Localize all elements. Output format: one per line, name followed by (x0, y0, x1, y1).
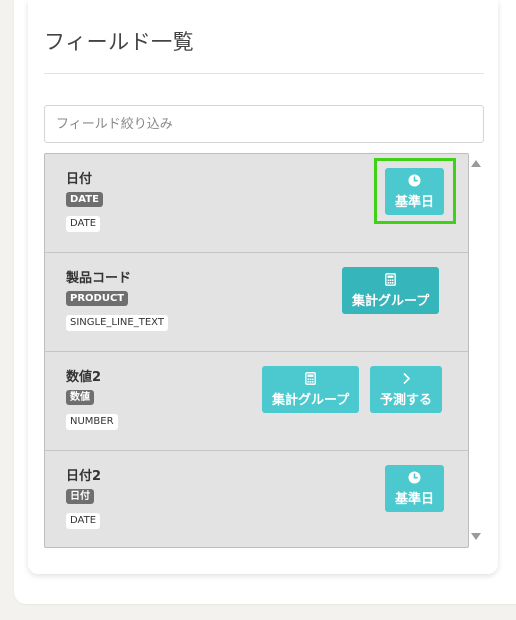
title-divider (44, 73, 484, 74)
aggregate-group-button[interactable]: 集計グループ (262, 366, 360, 413)
field-code-badge: DATE (66, 192, 103, 207)
field-name: 製品コード (66, 271, 132, 286)
field-type-label: SINGLE_LINE_TEXT (66, 315, 168, 331)
field-row: 製品コード PRODUCT SINGLE_LINE_TEXT 集計グループ (45, 253, 468, 352)
clock-icon (408, 471, 421, 485)
predict-button[interactable]: 予測する (370, 366, 443, 413)
button-label: 基準日 (395, 491, 435, 507)
field-name: 日付 (66, 172, 93, 187)
field-code-badge: 数値 (66, 390, 94, 405)
field-filter-input[interactable] (44, 105, 484, 143)
button-label: 集計グループ (352, 293, 430, 309)
clock-icon (408, 174, 421, 188)
calculator-icon (385, 273, 397, 287)
button-label: 集計グループ (272, 392, 350, 408)
field-type-label: NUMBER (66, 414, 118, 430)
calculator-icon (305, 372, 317, 386)
page-title: フィールド一覧 (44, 30, 195, 54)
field-type-label: DATE (66, 216, 101, 232)
field-row: 日付2 日付 DATE 基準日 (45, 451, 468, 547)
button-label: 予測する (380, 392, 433, 408)
base-date-button[interactable]: 基準日 (385, 465, 445, 512)
field-code-badge: PRODUCT (66, 291, 129, 306)
scroll-down-arrow[interactable] (471, 533, 481, 540)
scroll-up-arrow[interactable] (471, 160, 481, 167)
button-label: 基準日 (395, 194, 435, 210)
field-type-label: DATE (66, 513, 101, 529)
field-name: 数値2 (66, 370, 102, 385)
field-row: 日付 DATE DATE 基準日 (45, 154, 468, 253)
field-name: 日付2 (66, 469, 102, 484)
chevron-right-icon (402, 372, 411, 386)
base-date-button[interactable]: 基準日 (385, 168, 445, 215)
field-list[interactable]: 日付 DATE DATE 基準日 製品コード PRODUCT SINGLE_LI… (44, 153, 469, 548)
field-code-badge: 日付 (66, 489, 94, 504)
field-row: 数値2 数値 NUMBER 集計グループ 予測する (45, 352, 468, 451)
aggregate-group-button[interactable]: 集計グループ (342, 267, 440, 314)
